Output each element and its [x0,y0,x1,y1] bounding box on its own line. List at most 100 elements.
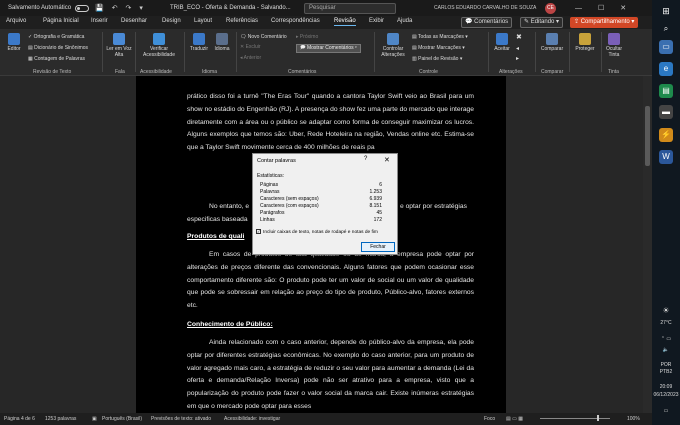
predictions-indicator[interactable]: Previsões de texto: ativado [151,416,211,422]
avatar[interactable]: CE [545,2,556,14]
help-icon[interactable]: ? [364,156,367,162]
input-lang-2[interactable]: PTB2 [652,369,680,375]
delete-comment-button[interactable]: ✕ Excluir [240,44,261,50]
separator [488,32,489,72]
language-button[interactable]: Idioma [211,33,233,52]
search-input[interactable]: Pesquisar [304,2,396,14]
tray-icons[interactable]: ⌃ ▭ [652,336,680,342]
user-name[interactable]: CARLOS EDUARDO CARVALHO DE SOUZA [434,5,536,11]
document-title: TRIB_ECO - Oferta & Demanda - Salvando..… [170,5,291,11]
ink-icon [608,33,620,45]
language-indicator[interactable]: Português (Brasil) [102,416,142,422]
zoom-slider[interactable] [540,418,610,419]
hide-ink-button[interactable]: Ocultar Tinta [603,33,625,58]
tab-inserir[interactable]: Inserir [91,18,108,24]
clock-time[interactable]: 20:09 [652,384,680,390]
read-aloud-button[interactable]: Ler em Voz Alta [106,33,132,58]
title-bar: Salvamento Automático 💾 ↶ ↷ ▾ TRIB_ECO -… [0,0,652,16]
group-language-label: Idioma [202,69,218,75]
previous-comment-button[interactable]: ◂ Anterior [240,55,261,61]
thesaurus-button[interactable]: ▤ Dicionário de Sinônimos [28,45,88,51]
store-icon[interactable]: ▤ [659,84,673,98]
weather-icon[interactable]: ☀ [652,307,680,315]
editor-icon [8,33,20,45]
tab-ajuda[interactable]: Ajuda [397,18,412,24]
protect-button[interactable]: Proteger [572,33,598,52]
tab-layout[interactable]: Layout [194,18,212,24]
input-lang-1[interactable]: POR [652,362,680,368]
tab-pagina-inicial[interactable]: Página Inicial [43,18,79,24]
app-icon[interactable]: ⚡ [659,128,673,142]
reject-icon[interactable]: ✖ [516,34,522,41]
accessibility-indicator[interactable]: Acessibilidade: investigar [224,416,280,422]
prev-change-icon[interactable]: ◂ [516,46,519,52]
window-controls[interactable]: —☐✕ [575,4,642,12]
close-icon[interactable]: ✕ [384,156,390,164]
next-change-icon[interactable]: ▸ [516,56,519,62]
tab-exibir[interactable]: Exibir [369,18,384,24]
language-icon [216,33,228,45]
check-accessibility-button[interactable]: Verificar Acessibilidade [138,33,180,58]
word-count-indicator[interactable]: 1253 palavras [45,416,76,422]
group-comments-label: Comentários [288,69,317,75]
include-textboxes-checkbox[interactable]: ✓ Incluir caixas de texto, notas de rodap… [256,229,378,235]
track-changes-button[interactable]: Controlar Alterações [377,33,409,58]
editing-button[interactable]: ✎ Editando ▾ [520,17,564,28]
zoom-level[interactable]: 100% [627,416,640,422]
comments-button[interactable]: 💬 Comentários [461,17,513,28]
zoom-slider-thumb[interactable] [597,415,599,421]
group-changes-label: Alterações [499,69,523,75]
group-tracking-label: Controle [419,69,438,75]
explorer-icon[interactable]: ▬ [659,105,673,119]
show-comments-button[interactable]: 🗩 Mostrar Comentários ▾ [296,44,361,53]
tab-arquivo[interactable]: Arquivo [6,18,26,24]
word-count-button[interactable]: ▦ Contagem de Palavras [28,56,85,62]
close-button[interactable]: Fechar [361,242,395,252]
volume-icon[interactable]: 🔈 [652,347,680,353]
stat-row: Palavras 1.253 [260,189,382,195]
view-mode-icons[interactable]: ▤ ▭ ▦ [506,416,523,422]
proofing-icon[interactable]: ▣ [92,416,97,422]
scrollbar-thumb[interactable] [645,106,650,166]
stat-row: Parágrafos 45 [260,210,382,216]
edge-icon[interactable]: e [659,62,673,76]
editor-button[interactable]: Editor [3,33,25,52]
tab-referencias[interactable]: Referências [226,18,258,24]
new-comment-button[interactable]: 🗨 Novo Comentário [240,34,287,40]
quick-access-toolbar[interactable]: 💾 ↶ ↷ ▾ [95,4,146,12]
checkbox-checked-icon[interactable]: ✓ [256,229,261,234]
ribbon-tabs: Arquivo Página Inicial Inserir Desenhar … [0,16,652,29]
accept-button[interactable]: Aceitar [491,33,513,52]
word-icon[interactable]: W [659,150,673,164]
task-view-icon[interactable]: ▭ [659,40,673,54]
share-button[interactable]: ⇪ Compartilhamento ▾ [570,17,639,28]
show-markup-button[interactable]: ▤ Mostrar Marcações ▾ [412,45,465,51]
vertical-scrollbar[interactable] [643,76,652,413]
group-accessibility-label: Acessibilidade [140,69,172,75]
weather-temp[interactable]: 27°C [652,320,680,326]
reviewing-pane-button[interactable]: ▥ Painel de Revisão ▾ [412,56,462,62]
search-icon[interactable]: ⌕ [659,22,673,36]
tab-design[interactable]: Design [162,18,181,24]
tab-revisao[interactable]: Revisão [334,18,356,26]
markup-dropdown[interactable]: ▤ Todas as Marcações ▾ [412,34,468,40]
paragraph-1: prático disso foi a turnê "The Eras Tour… [187,93,474,152]
compare-icon [546,33,558,45]
tab-desenhar[interactable]: Desenhar [121,18,147,24]
translate-button[interactable]: Traduzir [188,33,210,52]
windows-icon[interactable]: ⊞ [659,4,673,18]
page-indicator[interactable]: Página 4 de 6 [4,416,35,422]
autosave-toggle[interactable] [75,4,90,12]
separator [135,32,136,72]
focus-button[interactable]: Foco [484,416,495,422]
lock-icon [579,33,591,45]
accept-icon [496,33,508,45]
tab-correspondencias[interactable]: Correspondências [271,18,320,24]
next-comment-button[interactable]: ▸ Próximo [296,34,318,40]
clock-date[interactable]: 06/12/2023 [652,392,680,398]
separator [184,32,185,72]
compare-button[interactable]: Comparar [538,33,566,52]
notifications-icon[interactable]: ▭ [652,408,680,414]
spelling-button[interactable]: ✓ Ortografia e Gramática [28,34,84,40]
track-changes-icon [387,33,399,45]
